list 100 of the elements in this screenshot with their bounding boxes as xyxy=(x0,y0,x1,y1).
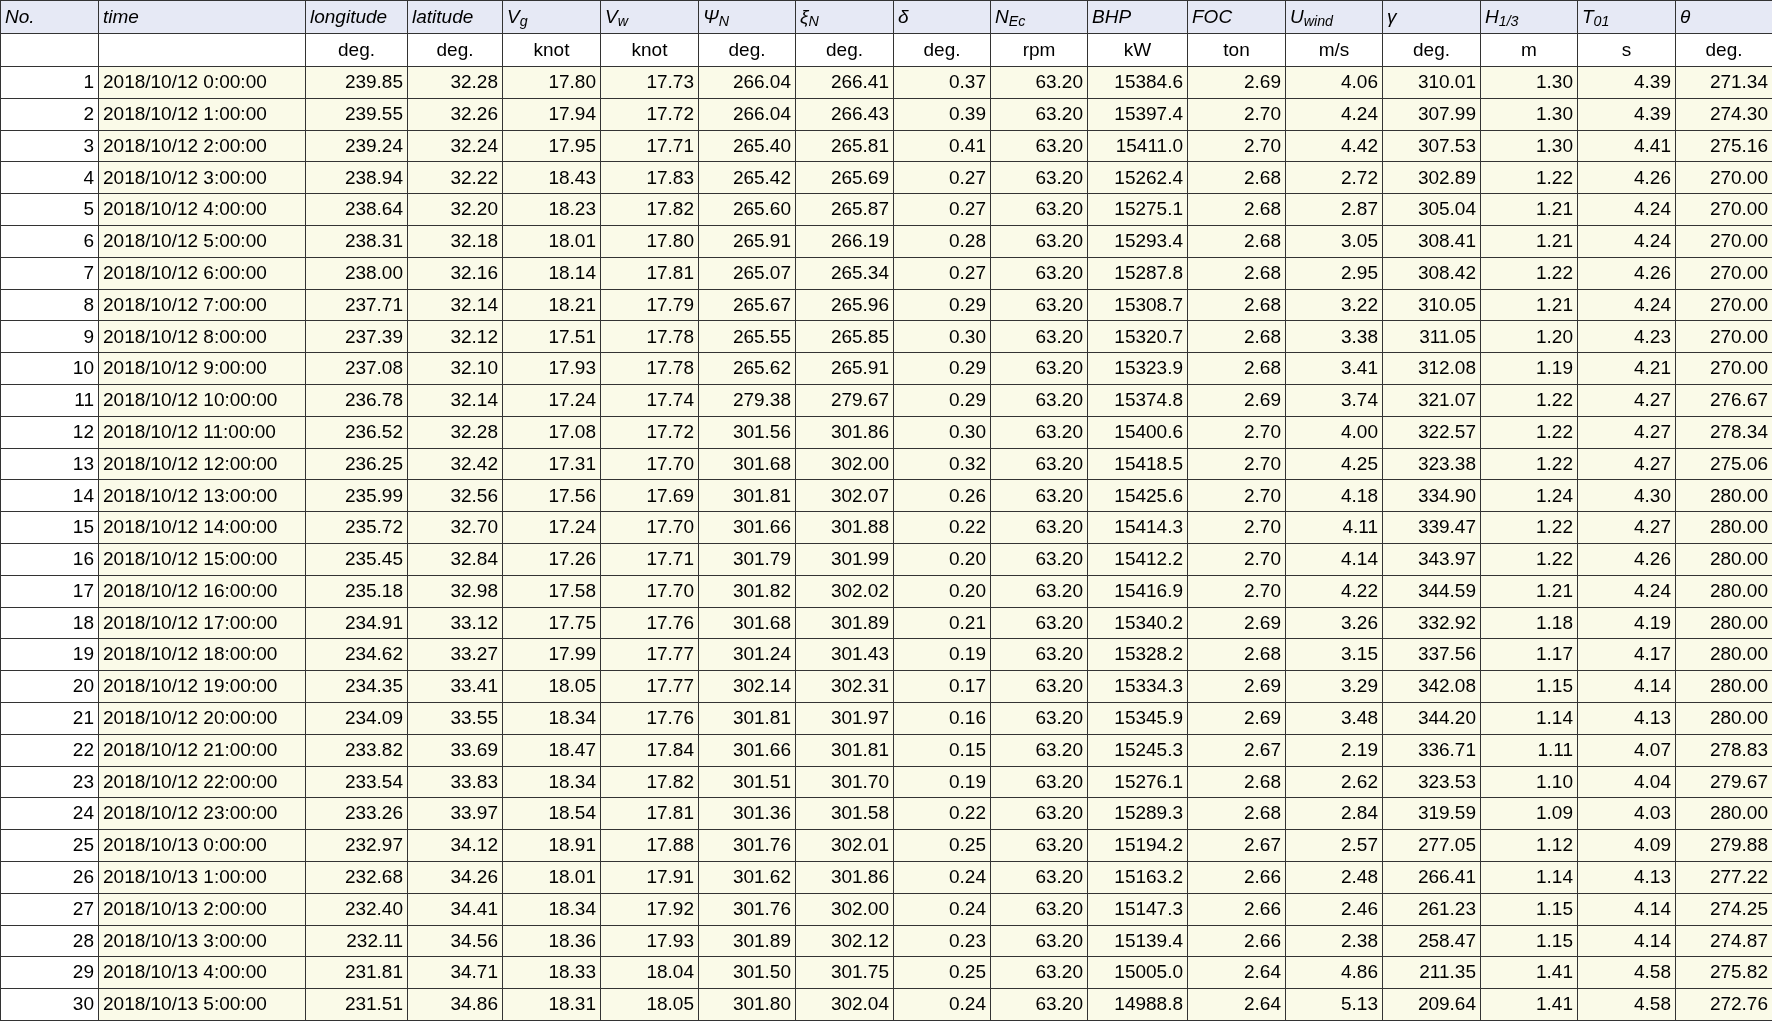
table-cell: 266.43 xyxy=(796,98,894,131)
table-cell: 302.89 xyxy=(1383,162,1481,195)
table-cell: 265.96 xyxy=(796,289,894,322)
column-header: No. xyxy=(1,1,99,34)
table-cell: 0.24 xyxy=(894,893,991,926)
table-cell: 302.07 xyxy=(796,480,894,513)
table-cell: 266.41 xyxy=(1383,861,1481,894)
table-cell: 3.26 xyxy=(1286,607,1383,640)
table-cell: 3.22 xyxy=(1286,289,1383,322)
table-cell: 18.34 xyxy=(503,702,601,735)
table-cell: 18 xyxy=(1,607,99,640)
table-cell: 2018/10/12 10:00:00 xyxy=(99,384,306,417)
column-header: Ψ$_{N}$ xyxy=(699,1,796,34)
table-cell: 301.36 xyxy=(699,798,796,831)
table-cell: 266.04 xyxy=(699,67,796,99)
table-cell: 15287.8 xyxy=(1088,257,1188,290)
table-cell: 236.25 xyxy=(306,448,408,481)
table-cell: 232.68 xyxy=(306,861,408,894)
table-cell: 343.97 xyxy=(1383,543,1481,576)
unit-cell: deg. xyxy=(1383,34,1481,67)
table-cell: 15334.3 xyxy=(1088,671,1188,703)
table-cell: 239.24 xyxy=(306,130,408,163)
table-cell: 63.20 xyxy=(991,321,1088,354)
table-cell: 301.80 xyxy=(699,989,796,1021)
column-header: H$_{1/3}$ xyxy=(1481,1,1578,34)
column-header: δ xyxy=(894,1,991,34)
table-cell: 280.00 xyxy=(1676,575,1772,608)
table-cell: 4.21 xyxy=(1578,353,1676,385)
table-cell: 302.14 xyxy=(699,671,796,703)
table-cell: 15 xyxy=(1,512,99,544)
table-cell: 1.22 xyxy=(1481,384,1578,417)
table-cell: 310.05 xyxy=(1383,289,1481,322)
table-cell: 1.20 xyxy=(1481,321,1578,354)
table-cell: 0.29 xyxy=(894,384,991,417)
table-cell: 2.95 xyxy=(1286,257,1383,290)
table-cell: 17.95 xyxy=(503,130,601,163)
table-cell: 344.20 xyxy=(1383,702,1481,735)
table-cell: 17.24 xyxy=(503,512,601,544)
table-cell: 2.69 xyxy=(1188,67,1286,99)
table-cell: 4.07 xyxy=(1578,734,1676,767)
table-cell: 2.68 xyxy=(1188,798,1286,831)
table-cell: 4.24 xyxy=(1578,194,1676,226)
table-cell: 1.12 xyxy=(1481,830,1578,862)
table-cell: 4.00 xyxy=(1286,416,1383,449)
table-cell: 1.14 xyxy=(1481,861,1578,894)
table-cell: 17.74 xyxy=(601,384,699,417)
table-cell: 63.20 xyxy=(991,480,1088,513)
table-cell: 32.56 xyxy=(408,480,503,513)
table-cell: 2.62 xyxy=(1286,766,1383,799)
table-cell: 265.87 xyxy=(796,194,894,226)
table-cell: 301.51 xyxy=(699,766,796,799)
table-cell: 4.39 xyxy=(1578,98,1676,131)
table-cell: 270.00 xyxy=(1676,257,1772,290)
table-cell: 234.09 xyxy=(306,702,408,735)
table-cell: 22 xyxy=(1,734,99,767)
table-cell: 1.15 xyxy=(1481,925,1578,958)
table-cell: 17.79 xyxy=(601,289,699,322)
column-header: V$_{w}$ xyxy=(601,1,699,34)
table-cell: 270.00 xyxy=(1676,321,1772,354)
table-cell: 3.15 xyxy=(1286,639,1383,672)
unit-cell: deg. xyxy=(894,34,991,67)
table-cell: 2.70 xyxy=(1188,130,1286,163)
table-cell: 1.21 xyxy=(1481,289,1578,322)
table-cell: 4.25 xyxy=(1286,448,1383,481)
table-cell: 5 xyxy=(1,194,99,226)
unit-cell: s xyxy=(1578,34,1676,67)
table-cell: 2018/10/13 1:00:00 xyxy=(99,861,306,894)
table-cell: 301.24 xyxy=(699,639,796,672)
table-cell: 17.70 xyxy=(601,448,699,481)
table-cell: 266.41 xyxy=(796,67,894,99)
table-cell: 3.05 xyxy=(1286,226,1383,258)
table-cell: 2018/10/12 20:00:00 xyxy=(99,702,306,735)
table-cell: 15276.1 xyxy=(1088,766,1188,799)
table-cell: 18.01 xyxy=(503,226,601,258)
table-cell: 2.84 xyxy=(1286,798,1383,831)
table-cell: 2.68 xyxy=(1188,353,1286,385)
table-cell: 63.20 xyxy=(991,226,1088,258)
table-cell: 63.20 xyxy=(991,416,1088,449)
table-cell: 63.20 xyxy=(991,543,1088,576)
table-cell: 280.00 xyxy=(1676,671,1772,703)
table-cell: 1.11 xyxy=(1481,734,1578,767)
column-header: V$_{g}$ xyxy=(503,1,601,34)
table-cell: 63.20 xyxy=(991,67,1088,99)
table-cell: 2018/10/12 14:00:00 xyxy=(99,512,306,544)
table-cell: 15323.9 xyxy=(1088,353,1188,385)
table-cell: 231.51 xyxy=(306,989,408,1021)
table-cell: 17.73 xyxy=(601,67,699,99)
table-cell: 15163.2 xyxy=(1088,861,1188,894)
column-header: θ xyxy=(1676,1,1772,34)
table-cell: 265.34 xyxy=(796,257,894,290)
table-cell: 17.81 xyxy=(601,257,699,290)
table-cell: 17 xyxy=(1,575,99,608)
table-cell: 18.21 xyxy=(503,289,601,322)
table-cell: 33.55 xyxy=(408,702,503,735)
table-cell: 270.00 xyxy=(1676,289,1772,322)
table-cell: 63.20 xyxy=(991,957,1088,990)
table-cell: 2018/10/13 2:00:00 xyxy=(99,893,306,926)
table-cell: 7 xyxy=(1,257,99,290)
table-cell: 34.71 xyxy=(408,957,503,990)
table-cell: 235.99 xyxy=(306,480,408,513)
